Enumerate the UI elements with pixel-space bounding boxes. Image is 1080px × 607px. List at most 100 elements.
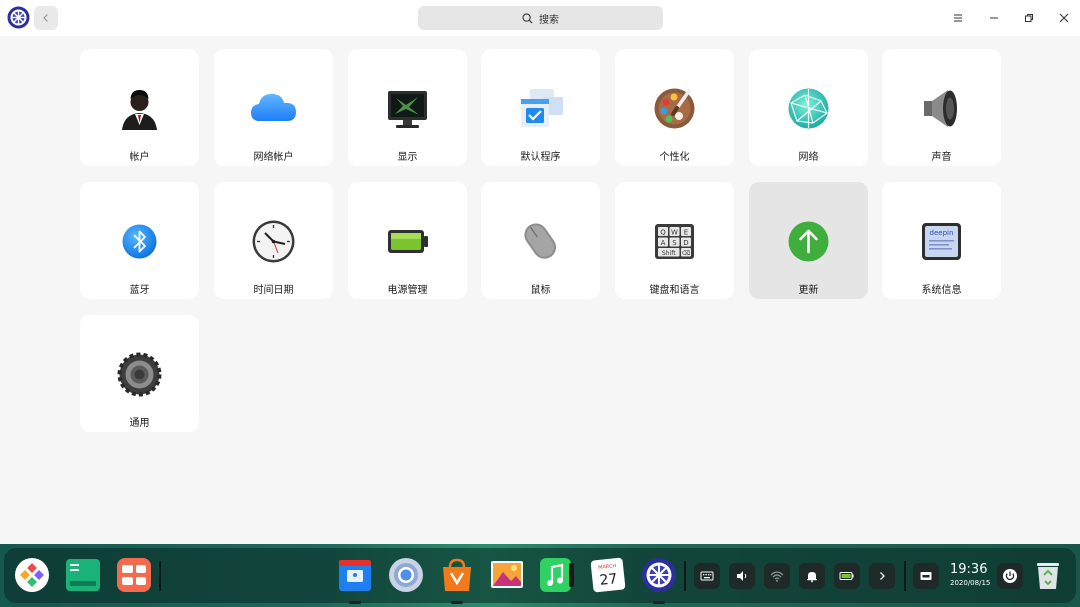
running-indicator <box>653 601 665 604</box>
close-icon <box>1059 13 1069 23</box>
search-input[interactable]: 搜索 <box>418 6 663 30</box>
search-icon <box>522 12 533 23</box>
restore-icon <box>1025 14 1033 22</box>
key-label: ⌫ <box>681 250 690 257</box>
update-arrow-icon <box>783 216 834 267</box>
battery-tray-button[interactable] <box>834 563 860 589</box>
control-center-logo-icon[interactable] <box>7 6 30 29</box>
volume-button[interactable] <box>729 563 755 589</box>
keyboard-tray-icon <box>700 571 714 581</box>
menu-icon <box>954 14 962 22</box>
volume-icon <box>737 571 747 581</box>
key-label: A <box>661 239 666 247</box>
module-tile-personalization[interactable]: 个性化 <box>615 49 734 166</box>
module-label: 通用 <box>129 418 150 429</box>
module-label: 个性化 <box>659 152 690 163</box>
module-label: 声音 <box>931 152 952 163</box>
back-button[interactable] <box>34 6 58 30</box>
maximize-button[interactable] <box>1019 8 1039 28</box>
screen-icon <box>920 572 932 580</box>
speaker-icon <box>916 83 967 134</box>
image-viewer-icon[interactable] <box>489 557 525 593</box>
key-label: S <box>672 239 677 247</box>
gear-icon <box>114 349 165 400</box>
running-indicator <box>451 601 463 604</box>
clock-icon <box>248 216 299 267</box>
calendar-day: 27 <box>599 571 618 589</box>
module-label: 电源管理 <box>387 285 428 296</box>
search-placeholder: 搜索 <box>539 14 559 26</box>
main-menu-button[interactable] <box>948 8 968 28</box>
calendar-icon[interactable]: MARCH 27 <box>590 557 626 593</box>
dock-clock-time[interactable]: 19:36 <box>950 562 987 577</box>
app-store-icon[interactable] <box>439 557 475 593</box>
shutdown-button[interactable] <box>997 563 1023 589</box>
user-account-icon <box>114 83 165 134</box>
system-info-icon: deepin <box>916 216 967 267</box>
module-label: 显示 <box>397 152 418 163</box>
module-label: 默认程序 <box>520 152 561 163</box>
battery-icon <box>382 216 433 267</box>
wifi-button[interactable] <box>764 563 790 589</box>
workspace-icon[interactable] <box>116 557 152 593</box>
dock: MARCH 27 19:36 2020/08/15 <box>0 544 1080 607</box>
dock-separator <box>159 561 161 591</box>
system-info-brand: deepin <box>930 229 954 237</box>
monitor-icon <box>382 83 433 134</box>
module-tile-power[interactable]: 电源管理 <box>348 182 467 299</box>
key-label: Shift <box>662 250 676 257</box>
module-tile-keyboard[interactable]: Q W E A S D Shift ⌫ 键盘和语言 <box>615 182 734 299</box>
control-center-icon[interactable] <box>641 557 677 593</box>
browser-icon[interactable] <box>388 557 424 593</box>
default-apps-icon <box>515 83 566 134</box>
onscreen-keyboard-button[interactable] <box>694 563 720 589</box>
module-label: 蓝牙 <box>129 285 150 296</box>
module-label: 网络帐户 <box>253 152 294 163</box>
module-tile-default-apps[interactable]: 默认程序 <box>481 49 600 166</box>
battery-tray-icon <box>839 572 854 580</box>
module-label: 系统信息 <box>921 285 962 296</box>
dock-separator <box>684 561 686 591</box>
file-manager-icon[interactable] <box>337 557 373 593</box>
minimize-button[interactable] <box>984 8 1004 28</box>
module-label: 时间日期 <box>253 285 294 296</box>
key-label: D <box>683 239 688 247</box>
module-tile-cloud-account[interactable]: 网络帐户 <box>214 49 333 166</box>
notification-button[interactable] <box>799 563 825 589</box>
chevron-left-icon <box>43 14 48 22</box>
module-tile-display[interactable]: 显示 <box>348 49 467 166</box>
module-tile-accounts[interactable]: 帐户 <box>80 49 199 166</box>
running-indicator <box>349 601 361 604</box>
module-tile-system-info[interactable]: deepin 系统信息 <box>882 182 1001 299</box>
network-icon <box>783 83 834 134</box>
module-label: 键盘和语言 <box>649 285 700 296</box>
module-label: 网络 <box>798 152 819 163</box>
mouse-icon <box>515 216 566 267</box>
music-icon[interactable] <box>539 557 575 593</box>
module-tile-bluetooth[interactable]: 蓝牙 <box>80 182 199 299</box>
module-tile-update[interactable]: 更新 <box>749 182 868 299</box>
titlebar: 搜索 <box>0 0 1080 36</box>
module-tile-network[interactable]: 网络 <box>749 49 868 166</box>
module-label: 更新 <box>798 285 819 296</box>
cloud-icon <box>248 83 299 134</box>
power-icon <box>1003 569 1017 583</box>
keyboard-icon: Q W E A S D Shift ⌫ <box>649 216 700 267</box>
screenshot-tray-button[interactable] <box>913 563 939 589</box>
module-tile-general[interactable]: 通用 <box>80 315 199 432</box>
module-tile-sound[interactable]: 声音 <box>882 49 1001 166</box>
launcher-icon[interactable] <box>14 557 50 593</box>
module-label: 帐户 <box>129 152 150 163</box>
expand-tray-button[interactable] <box>869 563 895 589</box>
bluetooth-icon <box>114 216 165 267</box>
trash-icon[interactable] <box>1033 559 1063 591</box>
multitask-view-icon[interactable] <box>65 557 101 593</box>
module-tile-datetime[interactable]: 时间日期 <box>214 182 333 299</box>
close-button[interactable] <box>1054 8 1074 28</box>
minimize-icon <box>990 17 998 19</box>
wifi-icon <box>770 571 784 582</box>
bell-icon <box>807 572 817 583</box>
module-label: 鼠标 <box>530 285 551 296</box>
dock-separator <box>904 561 906 591</box>
module-tile-mouse[interactable]: 鼠标 <box>481 182 600 299</box>
